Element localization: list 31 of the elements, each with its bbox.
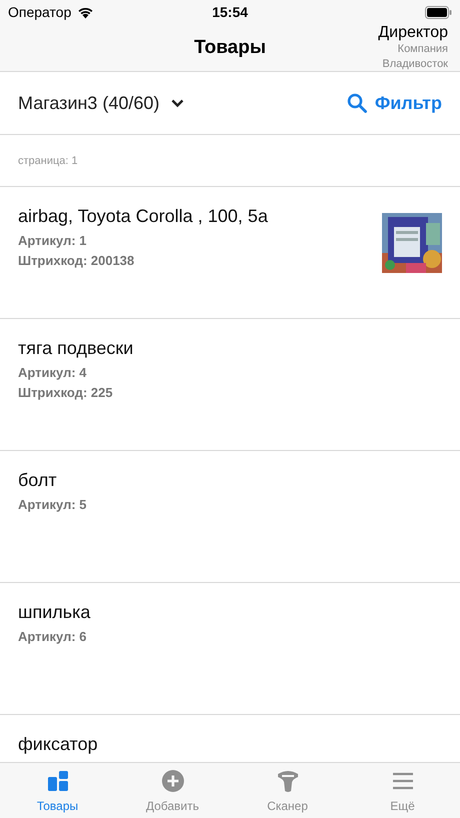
store-selector[interactable]: Магазин3 (40/60) (18, 92, 160, 114)
product-detail: Артикул: 5 (18, 496, 88, 514)
screen-title: Товары (194, 36, 266, 58)
tab-item[interactable]: Ещё (345, 763, 460, 818)
company-name: Компания (398, 42, 448, 57)
carrier-name: Оператор (8, 4, 72, 20)
scanner-icon (276, 768, 300, 792)
search-icon (346, 93, 367, 113)
dashboard-icon (46, 768, 70, 792)
battery-icon (425, 6, 452, 18)
tab-item[interactable]: Товары (0, 763, 115, 818)
tab-item[interactable]: Сканер (230, 763, 345, 818)
filter-button[interactable]: Фильтр (346, 92, 442, 114)
page-indicator: страница: 1 (0, 135, 460, 187)
product-name: фиксатор (18, 733, 99, 755)
user-role[interactable]: Директор (378, 24, 448, 42)
product-name: болт (18, 469, 58, 491)
product-name: тяга подвески (18, 337, 134, 359)
product-detail: Артикул: 4 (18, 364, 88, 382)
tab-item[interactable]: Добавить (115, 763, 230, 818)
city-name: Владивосток (382, 57, 448, 72)
product-name: шпилька (18, 601, 92, 623)
wifi-icon (77, 6, 94, 18)
plus-circle-icon (160, 768, 184, 792)
chevron-down-icon[interactable] (171, 98, 184, 108)
product-detail: Артикул: 1 (18, 232, 88, 250)
status-time: 15:54 (212, 4, 248, 20)
product-detail: Штрихкод: 225 (18, 384, 114, 402)
product-detail: Штрихкод: 200138 (18, 252, 136, 270)
product-detail: Артикул: 6 (18, 628, 88, 646)
product-name: airbag, Toyota Corolla , 100, 5a (18, 205, 269, 227)
